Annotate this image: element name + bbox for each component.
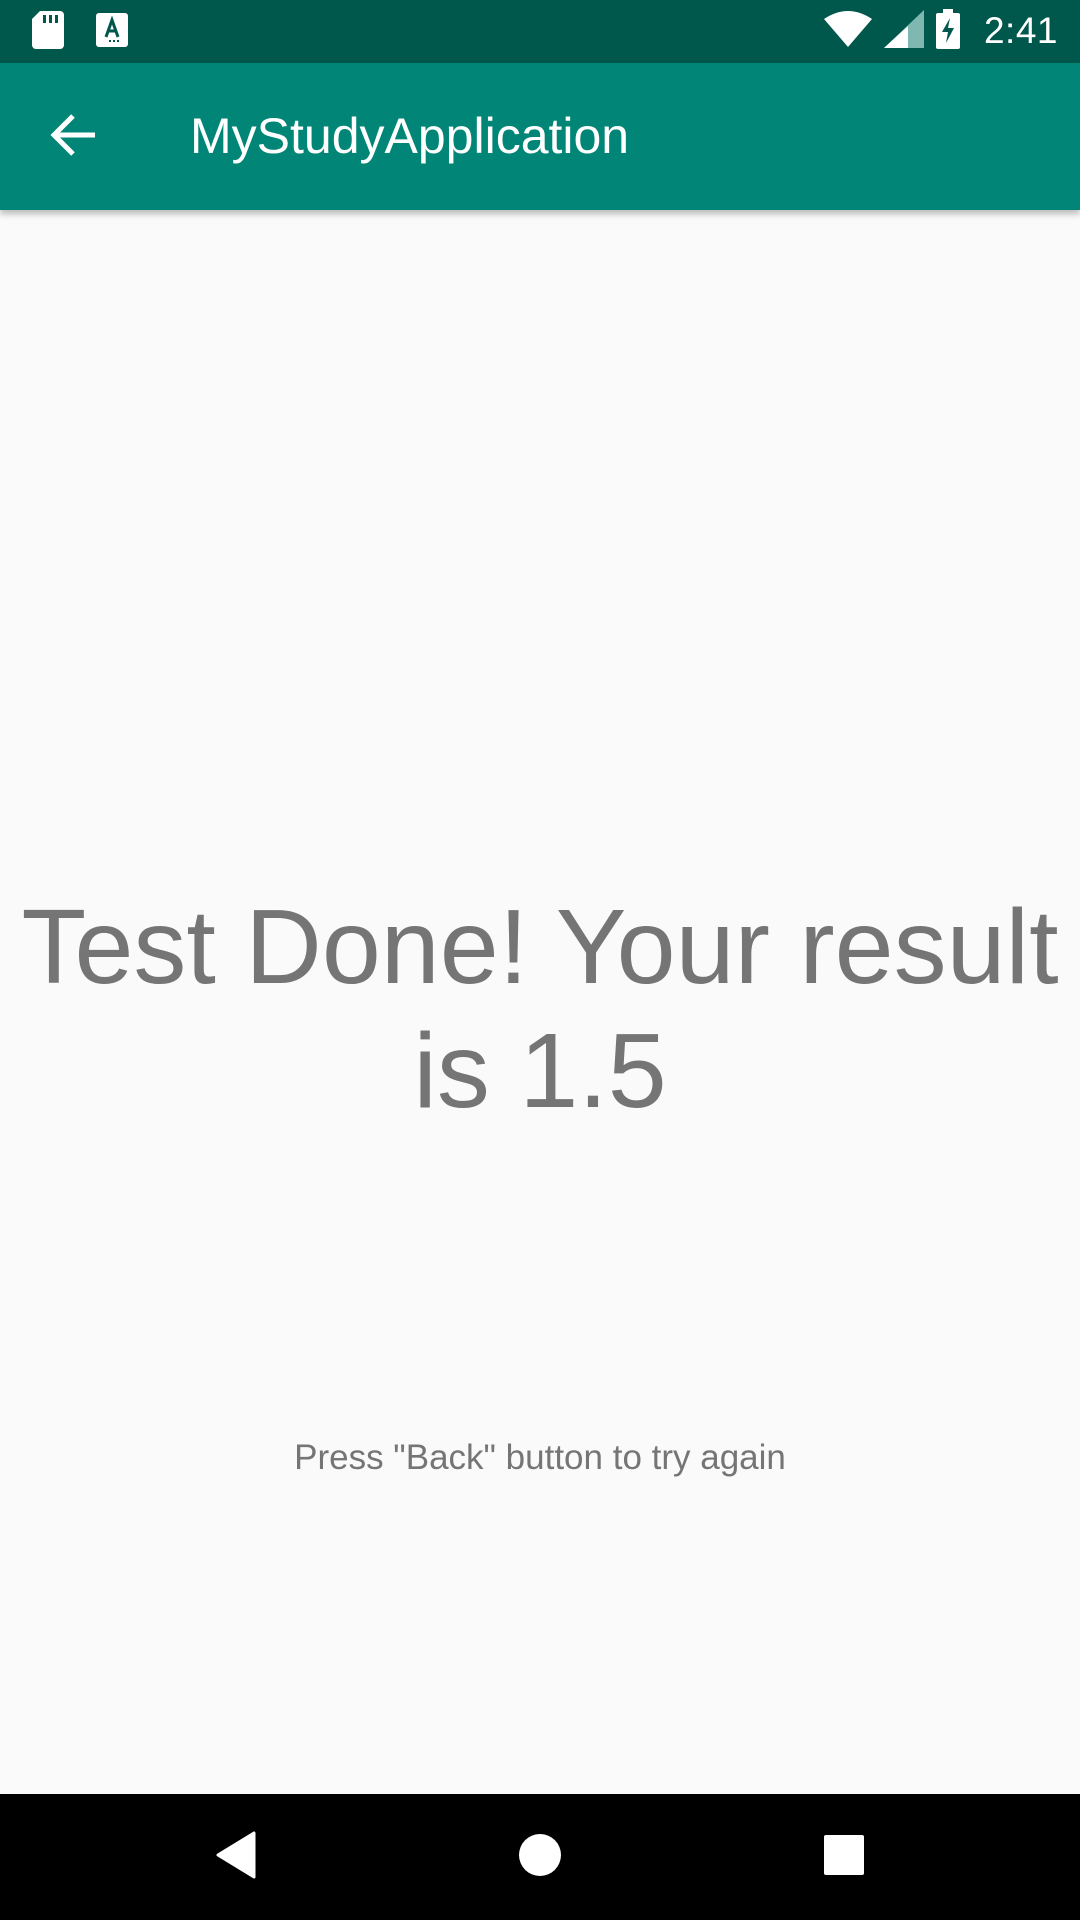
nav-home-button[interactable] (500, 1817, 580, 1897)
app-bar: MyStudyApplication (0, 63, 1080, 210)
back-button[interactable] (28, 92, 118, 182)
screen: 2:41 MyStudyApplication Test Done! Your … (0, 0, 1080, 1920)
app-title: MyStudyApplication (190, 108, 630, 164)
navigation-bar (0, 1794, 1080, 1920)
wifi-icon (823, 10, 872, 52)
status-left-icons (32, 10, 128, 54)
nav-recents-button[interactable] (804, 1817, 884, 1897)
main-content: Test Done! Your result is 1.5 Press "Bac… (0, 210, 1080, 1794)
battery-charging-icon (935, 8, 960, 54)
cell-signal-icon (883, 9, 924, 53)
nav-recents-icon (824, 1834, 864, 1880)
hint-text: Press "Back" button to try again (294, 1438, 786, 1477)
status-time: 2:41 (983, 10, 1058, 51)
status-right-icons: 2:41 (823, 8, 1058, 54)
nav-back-button[interactable] (196, 1817, 276, 1897)
sd-card-icon (32, 10, 64, 54)
result-text: Test Done! Your result is 1.5 (21, 888, 1059, 1130)
nav-home-icon (518, 1833, 562, 1882)
arrow-back-icon (49, 113, 97, 162)
keyboard-a-icon (96, 12, 128, 52)
nav-back-icon (214, 1831, 258, 1884)
status-bar: 2:41 (0, 0, 1080, 63)
